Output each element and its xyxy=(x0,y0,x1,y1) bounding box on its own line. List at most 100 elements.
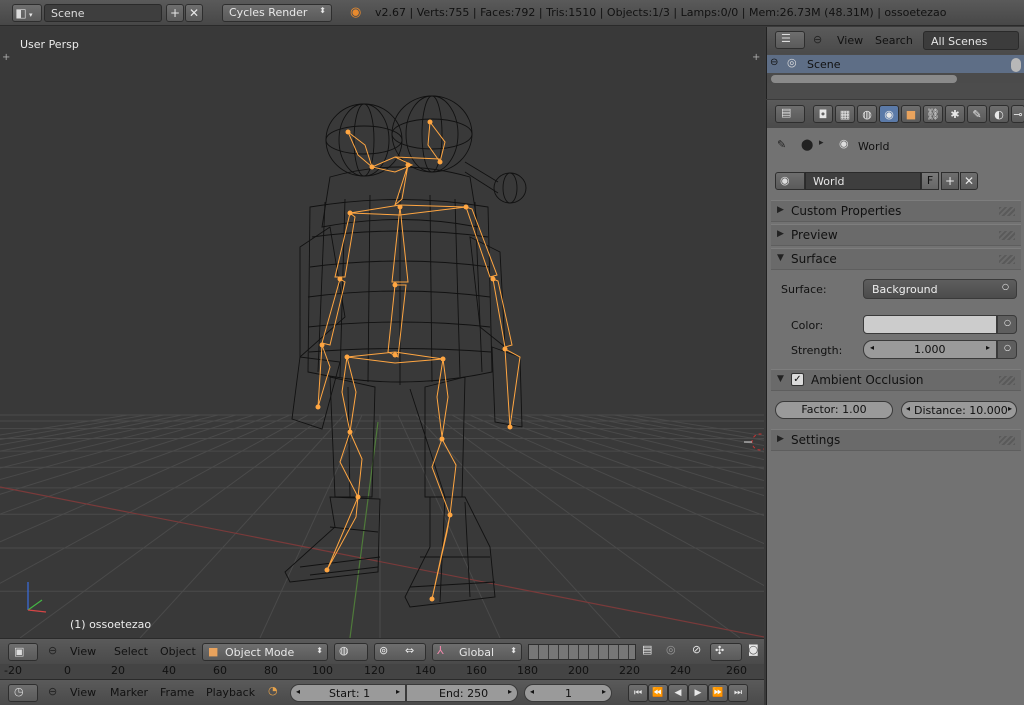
grid-line xyxy=(259,414,363,638)
tab-object[interactable]: ■ xyxy=(901,105,921,123)
scene-field[interactable]: Scene xyxy=(44,4,162,22)
timeline-ruler[interactable]: -20 0 20 40 60 80 100 120 140 160 180 20… xyxy=(0,664,764,679)
surface-shader-select[interactable]: Background ○ xyxy=(863,279,1017,299)
menu-search[interactable]: Search xyxy=(875,35,913,47)
collapse-icon[interactable]: ⊖ xyxy=(48,685,57,698)
delete-scene-icon[interactable]: ✕ xyxy=(185,4,203,22)
strength-field[interactable]: ◂ 1.000 ▸ xyxy=(863,340,997,359)
color-socket-button[interactable]: ○ xyxy=(997,315,1017,334)
panel-grip-icon[interactable] xyxy=(999,255,1015,264)
snap-icon[interactable]: ⊘ xyxy=(692,643,701,656)
tick-label: 80 xyxy=(264,664,278,677)
start-frame-label: Start: 1 xyxy=(329,687,371,700)
outliner-row-partial xyxy=(767,73,1024,83)
properties-editor-type-button[interactable]: ▤ xyxy=(775,105,805,123)
current-frame-field[interactable]: ◂ 1 ▸ xyxy=(524,684,612,702)
new-world-icon[interactable]: + xyxy=(941,172,959,190)
editor-type-button[interactable]: ◧ ▾ xyxy=(12,4,42,22)
surface-shader-label: Background xyxy=(872,283,938,296)
timeline-header: ◷ ⊖ View Marker Frame Playback ◔ ◂ Start… xyxy=(0,679,764,705)
panel-custom-properties[interactable]: ▶ Custom Properties xyxy=(771,200,1021,222)
mode-select[interactable]: ■ Object Mode ⬍ xyxy=(202,643,328,661)
ao-factor-field[interactable]: Factor: 1.00 xyxy=(775,401,893,419)
add-scene-icon[interactable]: + xyxy=(166,4,184,22)
jump-keyframe-back-icon[interactable]: ⏪ xyxy=(648,684,668,702)
snap-target-select[interactable]: ✣ xyxy=(710,643,742,661)
strength-socket-button[interactable]: ○ xyxy=(997,340,1017,359)
menu-select[interactable]: Select xyxy=(114,646,148,658)
panel-surface[interactable]: ▼ Surface xyxy=(771,248,1021,270)
tab-constraints[interactable]: ⛓ xyxy=(923,105,943,123)
collapse-icon[interactable]: ⊖ xyxy=(813,33,822,46)
tick-label: -20 xyxy=(4,664,22,677)
menu-marker[interactable]: Marker xyxy=(110,687,148,699)
render-icon[interactable]: ◎ xyxy=(666,643,676,656)
menu-playback[interactable]: Playback xyxy=(206,687,255,699)
menu-object[interactable]: Object xyxy=(160,646,196,658)
jump-start-icon[interactable]: ⏮ xyxy=(628,684,648,702)
tick-label: 0 xyxy=(64,664,71,677)
tab-object-data[interactable]: ✱ xyxy=(945,105,965,123)
3d-viewport[interactable]: + + User Persp (1) ossoetezao xyxy=(0,27,764,638)
layer-buttons[interactable] xyxy=(528,644,636,660)
color-swatch[interactable] xyxy=(863,315,997,334)
outliner-editor-type-button[interactable]: ☰ xyxy=(775,31,805,49)
menu-view[interactable]: View xyxy=(837,35,863,47)
end-frame-label: End: 250 xyxy=(439,687,489,700)
start-frame-field[interactable]: ◂ Start: 1 ▸ xyxy=(290,684,406,702)
lock-icon[interactable]: ▤ xyxy=(642,643,652,656)
panel-ambient-occlusion[interactable]: ▼ ✓ Ambient Occlusion xyxy=(771,369,1021,391)
play-icon[interactable]: ▶ xyxy=(688,684,708,702)
increment-arrow-icon: ▸ xyxy=(601,687,606,696)
outliner-icon: ☰ xyxy=(781,32,791,45)
timeline-editor-type-button[interactable]: ◷ xyxy=(8,684,38,702)
shading-select[interactable]: ◍ xyxy=(334,643,368,661)
tab-world[interactable]: ◉ xyxy=(879,105,899,123)
preview-range-icon[interactable]: ◔ xyxy=(268,684,278,697)
globe-icon: ◍ xyxy=(339,644,349,657)
world-datablock-select[interactable]: ◉ xyxy=(775,172,805,190)
tab-scene[interactable]: ◍ xyxy=(857,105,877,123)
jump-keyframe-forward-icon[interactable]: ⏩ xyxy=(708,684,728,702)
viewport-editor-type-button[interactable]: ▣ xyxy=(8,643,38,661)
ao-checkbox[interactable]: ✓ xyxy=(791,373,804,386)
tab-physics[interactable]: ◐ xyxy=(989,105,1009,123)
collapse-toggle-icon[interactable]: ⊖ xyxy=(770,57,778,68)
horizontal-scrollbar[interactable] xyxy=(771,75,957,83)
end-frame-field[interactable]: End: 250 ▸ xyxy=(406,684,518,702)
fake-user-button[interactable]: F xyxy=(921,172,939,190)
panel-preview[interactable]: ▶ Preview xyxy=(771,224,1021,246)
tab-render-layers[interactable]: ▦ xyxy=(835,105,855,123)
tab-bone[interactable]: ⊸ xyxy=(1011,105,1024,123)
unlink-world-icon[interactable]: ✕ xyxy=(960,172,978,190)
ao-distance-field[interactable]: ◂ Distance: 10.000 ▸ xyxy=(901,401,1017,419)
collapse-icon[interactable]: ⊖ xyxy=(48,644,57,657)
render-engine-select[interactable]: Cycles Render ⬍ xyxy=(222,4,332,22)
region-plus-icon[interactable]: + xyxy=(2,52,10,63)
camera-icon[interactable]: ◙ xyxy=(748,643,759,656)
menu-view[interactable]: View xyxy=(70,687,96,699)
play-reverse-icon[interactable]: ◀ xyxy=(668,684,688,702)
panel-grip-icon[interactable] xyxy=(999,376,1015,385)
panel-settings[interactable]: ▶ Settings xyxy=(771,429,1021,451)
tab-modifiers[interactable]: ✎ xyxy=(967,105,987,123)
panel-grip-icon[interactable] xyxy=(999,207,1015,216)
viewport-canvas[interactable]: + + xyxy=(0,27,764,638)
tab-render[interactable]: ◘ xyxy=(813,105,833,123)
menu-view[interactable]: View xyxy=(70,646,96,658)
pivot-select[interactable]: ⊚ ⇔ xyxy=(374,643,426,661)
display-filter-select[interactable]: All Scenes xyxy=(923,31,1019,50)
cube-icon: ▣ xyxy=(14,645,25,658)
menu-frame[interactable]: Frame xyxy=(160,687,194,699)
outliner-scrollbar[interactable] xyxy=(1011,58,1021,72)
tick-label: 240 xyxy=(670,664,691,677)
panel-grip-icon[interactable] xyxy=(999,436,1015,445)
region-plus-icon-right[interactable]: + xyxy=(752,52,760,63)
pin-icon[interactable]: ✎ xyxy=(777,138,786,151)
orientation-select[interactable]: ⅄ Global ⬍ xyxy=(432,643,522,661)
3d-cursor-icon[interactable] xyxy=(744,433,764,451)
panel-grip-icon[interactable] xyxy=(999,231,1015,240)
world-name-field[interactable]: World xyxy=(805,172,921,190)
jump-end-icon[interactable]: ⏭ xyxy=(728,684,748,702)
outliner-row-scene[interactable]: ⊖ ◎ Scene xyxy=(767,55,1024,73)
